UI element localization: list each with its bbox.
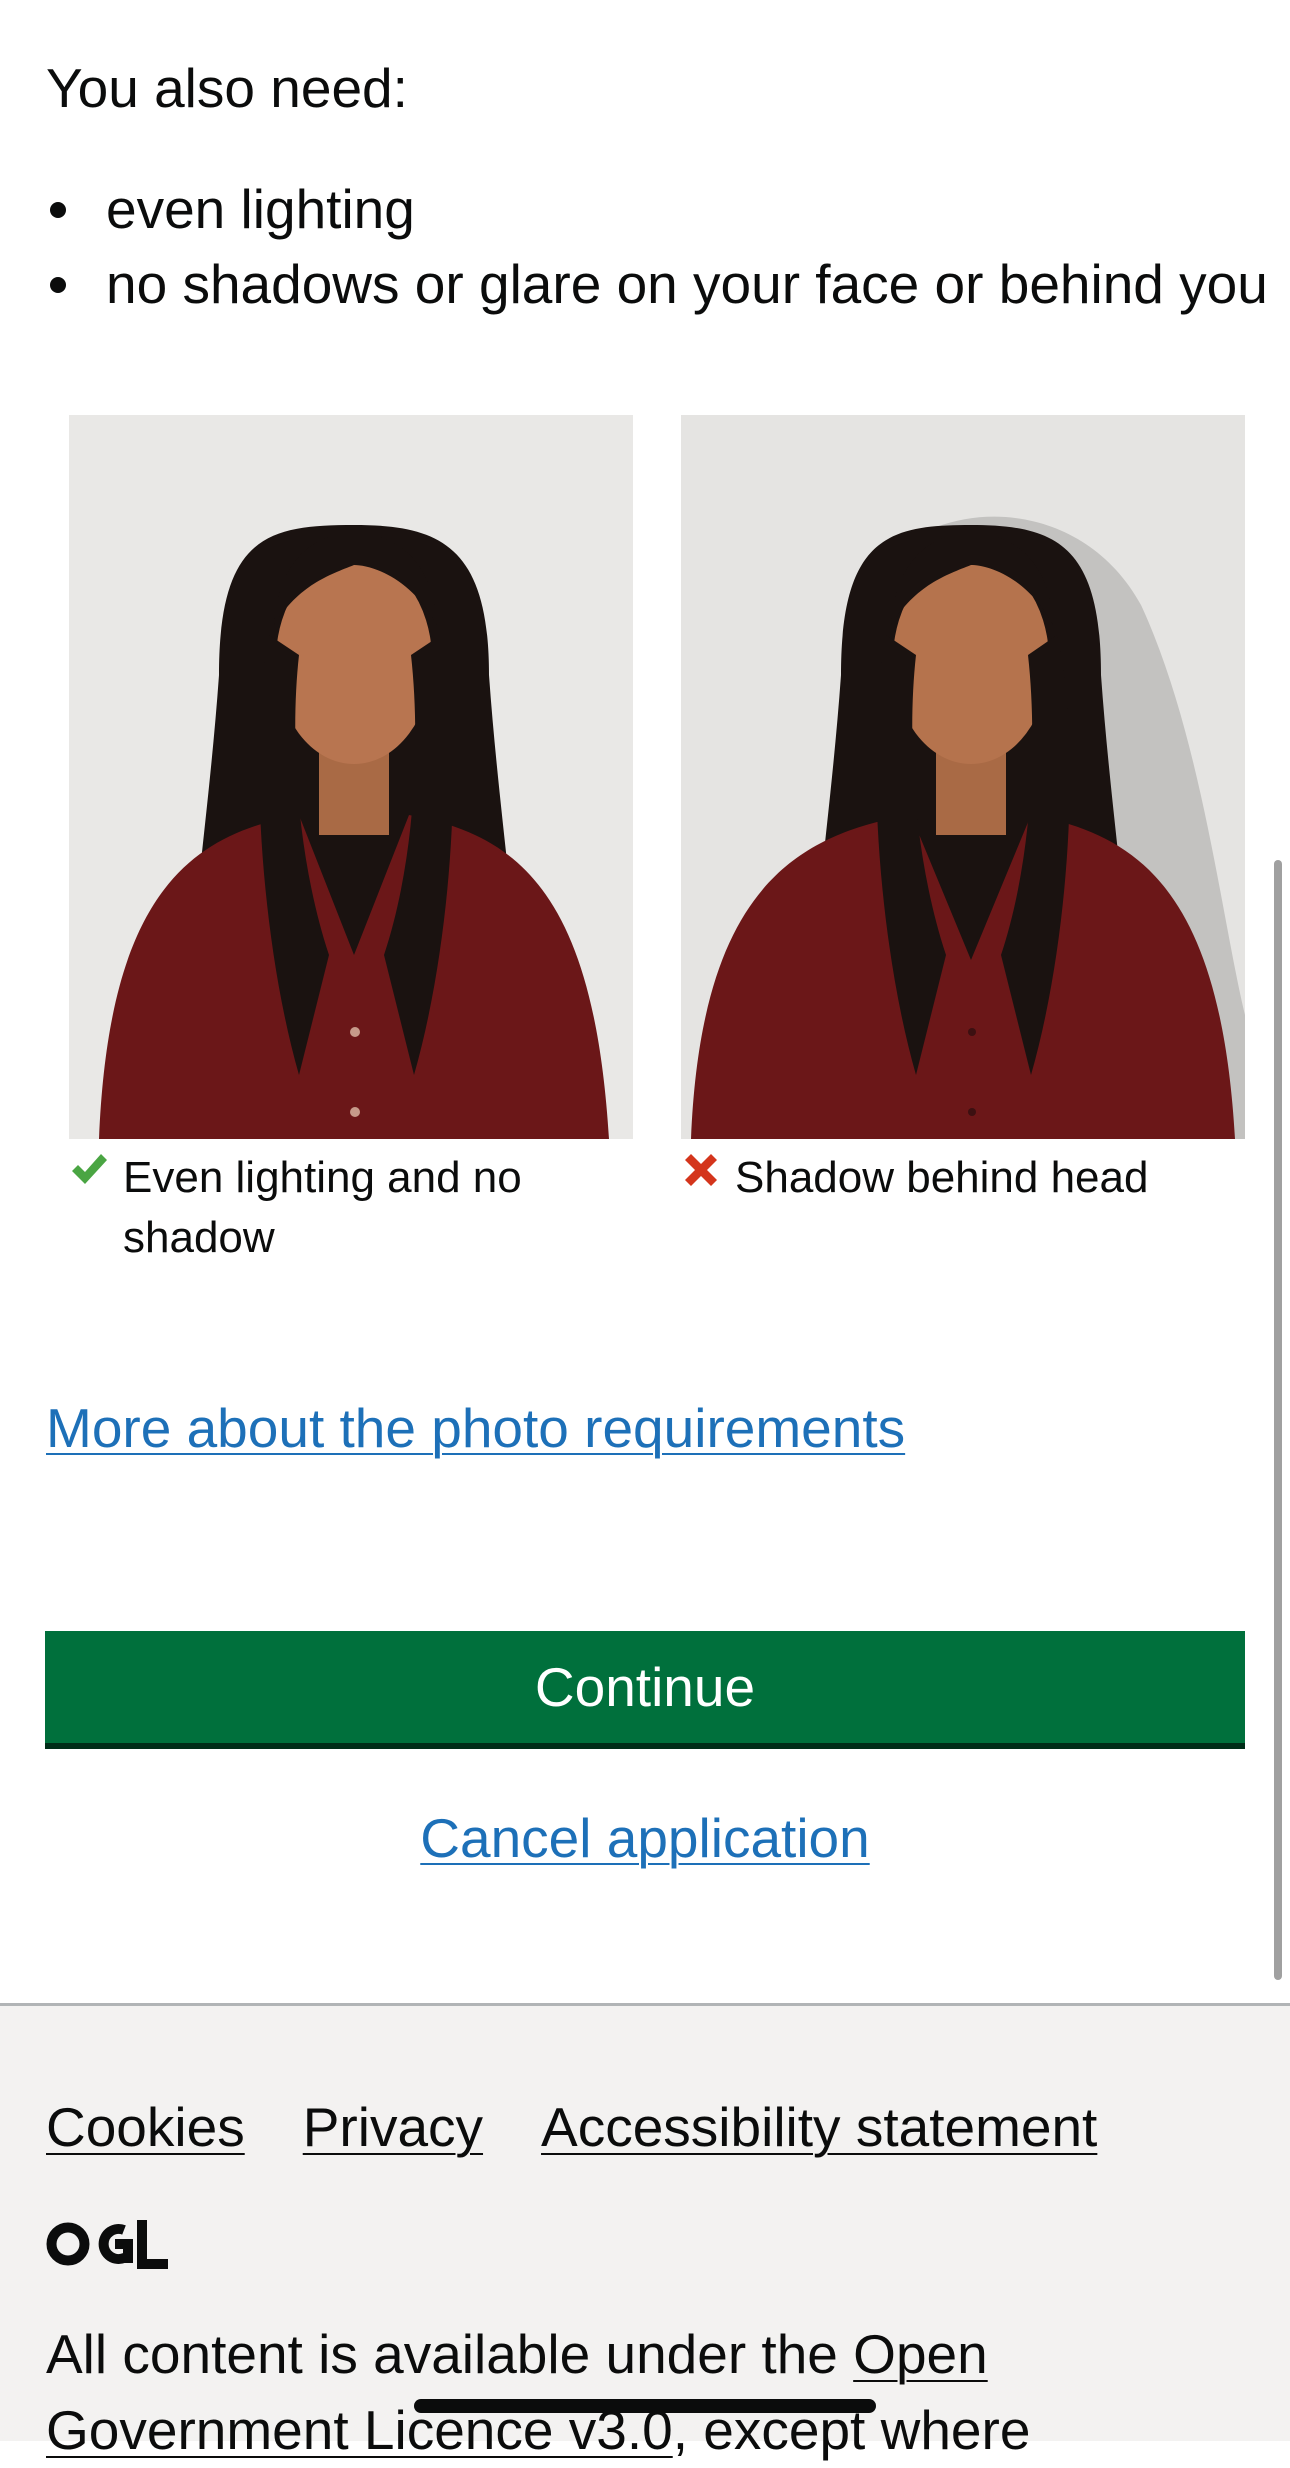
bad-example-photo xyxy=(681,415,1245,1139)
requirements-intro: You also need: xyxy=(46,57,408,119)
footer-links: Cookies Privacy Accessibility statement xyxy=(46,2092,1097,2162)
list-item: even lighting xyxy=(46,172,1268,247)
list-item: no shadows or glare on your face or behi… xyxy=(46,247,1268,322)
home-indicator xyxy=(414,2399,876,2413)
bad-example-caption: Shadow behind head xyxy=(681,1148,1201,1208)
check-icon xyxy=(69,1148,123,1198)
requirements-list: even lighting no shadows or glare on you… xyxy=(46,172,1268,322)
licence-prefix: All content is available under the xyxy=(46,2323,854,2385)
photo-requirements-link[interactable]: More about the photo requirements xyxy=(46,1390,905,1466)
footer: Cookies Privacy Accessibility statement … xyxy=(0,2003,1290,2461)
bad-example-caption-text: Shadow behind head xyxy=(735,1153,1149,1202)
cancel-application-container: Cancel application xyxy=(0,1800,1290,1876)
cancel-application-link[interactable]: Cancel application xyxy=(420,1807,869,1869)
licence-text: All content is available under the Open … xyxy=(46,2316,1226,2468)
privacy-link[interactable]: Privacy xyxy=(303,2092,483,2162)
cookies-link[interactable]: Cookies xyxy=(46,2092,245,2162)
continue-button[interactable]: Continue xyxy=(45,1631,1245,1743)
accessibility-statement-link[interactable]: Accessibility statement xyxy=(541,2092,1097,2162)
good-example-photo xyxy=(69,415,633,1139)
cross-icon xyxy=(681,1148,735,1198)
ogl-logo xyxy=(46,2220,168,2269)
scrollbar[interactable] xyxy=(1274,860,1282,1980)
good-example-caption: Even lighting and no shadow xyxy=(69,1148,589,1268)
good-example-caption-text: Even lighting and no shadow xyxy=(123,1153,522,1262)
